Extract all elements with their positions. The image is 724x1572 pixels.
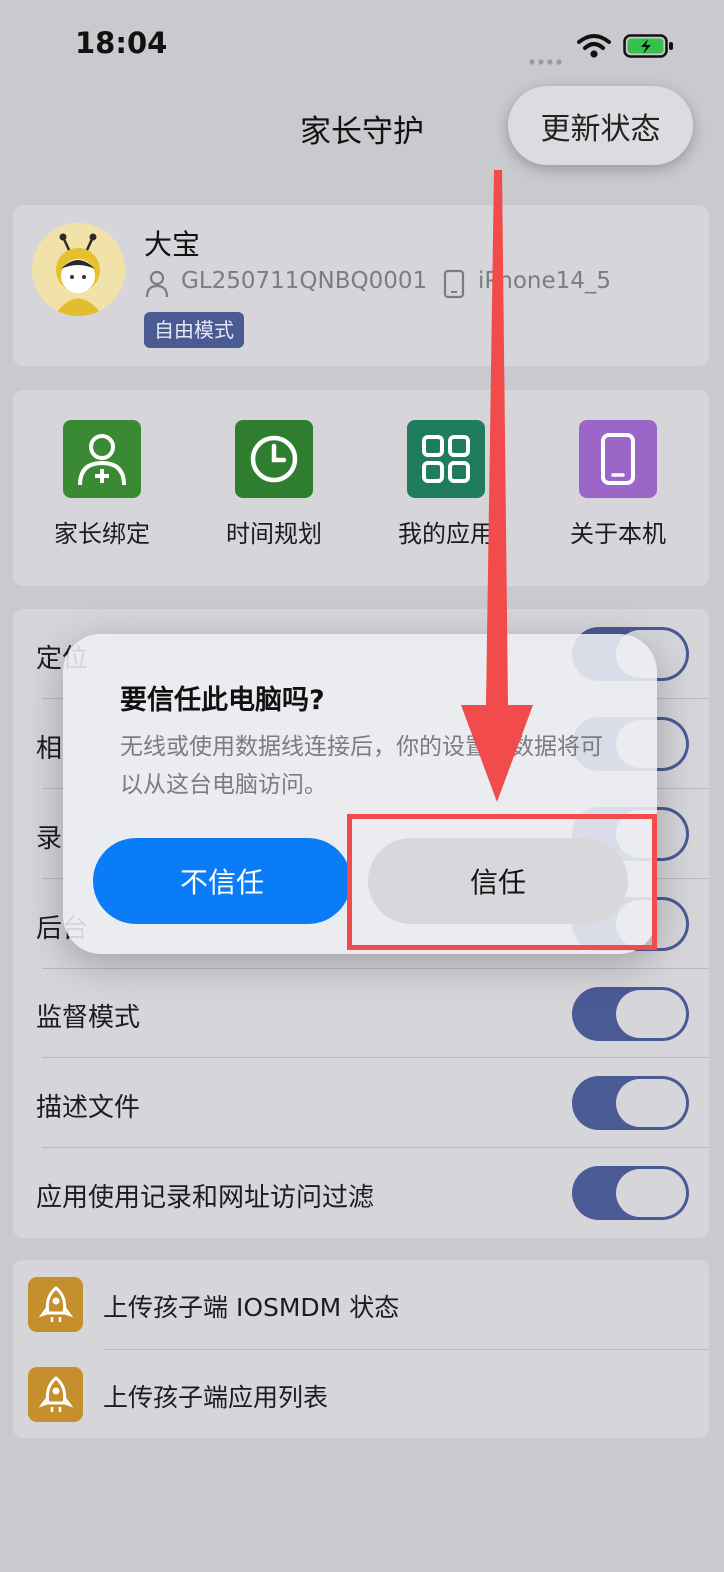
dialog-title: 要信任此电脑吗? [120, 685, 325, 716]
setting-label: 录 [36, 824, 63, 854]
battery-charging-icon [623, 33, 675, 59]
rocket-icon [28, 1367, 83, 1422]
toggle-knob [616, 1079, 686, 1127]
shortcut-parent-bind[interactable]: 家长绑定 [22, 420, 182, 549]
shortcut-label: 家长绑定 [54, 520, 150, 548]
clock-icon [235, 420, 313, 498]
setting-label: 监督模式 [36, 1003, 141, 1033]
rocket-icon [28, 1277, 83, 1332]
shortcut-label: 时间规划 [226, 520, 322, 548]
upload-label: 上传孩子端 IOSMDM 状态 [103, 1293, 400, 1322]
wifi-icon [577, 33, 611, 59]
setting-label: 描述文件 [36, 1093, 141, 1123]
divider [42, 1147, 709, 1148]
parent-bind-icon [63, 420, 141, 498]
trust-highlight-box [347, 814, 657, 950]
toggle-knob [616, 1169, 686, 1217]
child-avatar-icon [32, 223, 125, 316]
shortcut-time-plan[interactable]: 时间规划 [194, 420, 354, 549]
update-status-label: 更新状态 [540, 111, 661, 147]
shortcut-label: 关于本机 [570, 520, 666, 548]
update-status-button[interactable]: 更新状态 [508, 86, 693, 165]
setting-label: 相 [36, 734, 63, 764]
arrow-down-icon [455, 170, 540, 805]
shortcut-about-device[interactable]: 关于本机 [538, 420, 698, 549]
signal-dots-icon [529, 50, 565, 65]
divider [42, 968, 709, 969]
device-id: GL250711QNBQ0001 [181, 268, 428, 294]
dont-trust-label: 不信任 [179, 866, 264, 899]
status-time: 18:04 [75, 26, 168, 60]
avatar[interactable] [32, 223, 125, 316]
setting-toggle-profile[interactable] [572, 1076, 689, 1130]
setting-toggle-supervision[interactable] [572, 987, 689, 1041]
toggle-knob [616, 990, 686, 1038]
user-icon [145, 270, 169, 298]
child-name: 大宝 [144, 228, 201, 261]
phone-icon [579, 420, 657, 498]
mode-badge: 自由模式 [144, 312, 244, 348]
setting-label: 应用使用记录和网址访问过滤 [36, 1183, 375, 1213]
upload-label: 上传孩子端应用列表 [103, 1383, 329, 1412]
setting-toggle-usage-filter[interactable] [572, 1166, 689, 1220]
dont-trust-button[interactable]: 不信任 [93, 838, 351, 924]
divider [42, 1057, 709, 1058]
